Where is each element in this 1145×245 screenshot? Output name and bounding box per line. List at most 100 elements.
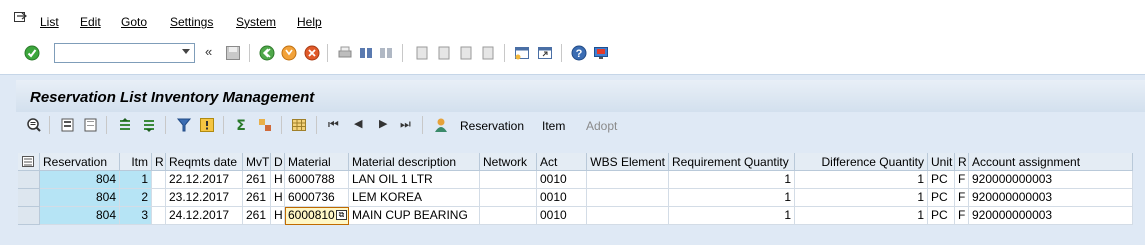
- exit-icon[interactable]: [281, 45, 297, 61]
- prev-page-icon[interactable]: [436, 45, 452, 61]
- col-header-unit[interactable]: Unit: [928, 153, 955, 171]
- cell-d[interactable]: H: [271, 189, 285, 207]
- cell-material-description[interactable]: MAIN CUP BEARING: [349, 207, 480, 225]
- cell-d[interactable]: H: [271, 171, 285, 189]
- cell-mvt[interactable]: 261: [243, 207, 271, 225]
- layout-icon[interactable]: [593, 45, 609, 61]
- last-record-icon[interactable]: ⏭: [400, 117, 411, 132]
- cell-network[interactable]: [480, 171, 537, 189]
- cell-reqmts-date[interactable]: 22.12.2017: [166, 171, 243, 189]
- cell-reservation[interactable]: 804: [40, 207, 120, 225]
- cell-material-description[interactable]: LAN OIL 1 LTR: [349, 171, 480, 189]
- cell-network[interactable]: [480, 189, 537, 207]
- cell-item[interactable]: 1: [120, 171, 152, 189]
- previous-record-icon[interactable]: ◀: [354, 117, 362, 130]
- hotspot-icon[interactable]: ⧉: [336, 210, 347, 220]
- cell-r2[interactable]: F: [955, 171, 969, 189]
- cell-requirement-quantity[interactable]: 1: [669, 171, 795, 189]
- menu-edit[interactable]: Edit: [80, 15, 101, 29]
- cell-reqmts-date[interactable]: 23.12.2017: [166, 189, 243, 207]
- cell-network[interactable]: [480, 207, 537, 225]
- cell-mvt[interactable]: 261: [243, 189, 271, 207]
- cell-act[interactable]: 0010: [537, 189, 587, 207]
- col-header-wbs-element[interactable]: WBS Element: [587, 153, 669, 171]
- sort-descending-icon[interactable]: [141, 117, 157, 133]
- cell-material[interactable]: 6000810 ⧉: [285, 207, 349, 225]
- cell-wbs-element[interactable]: [587, 171, 669, 189]
- chevron-down-icon[interactable]: [182, 49, 190, 54]
- cell-material[interactable]: 6000736: [285, 189, 349, 207]
- back-icon[interactable]: [259, 45, 275, 61]
- menu-goto[interactable]: Goto: [121, 15, 147, 29]
- menu-system[interactable]: System: [236, 15, 276, 29]
- col-header-r2[interactable]: R: [955, 153, 969, 171]
- cell-item[interactable]: 2: [120, 189, 152, 207]
- row-selector[interactable]: [18, 207, 40, 225]
- cell-d[interactable]: H: [271, 207, 285, 225]
- cell-reqmts-date[interactable]: 24.12.2017: [166, 207, 243, 225]
- cell-wbs-element[interactable]: [587, 189, 669, 207]
- cell-reservation[interactable]: 804: [40, 189, 120, 207]
- sum-icon[interactable]: Σ: [233, 117, 249, 133]
- cell-account-assignment[interactable]: 920000000003: [969, 171, 1133, 189]
- cell-r[interactable]: [152, 207, 166, 225]
- cell-item[interactable]: 3: [120, 207, 152, 225]
- cell-difference-quantity[interactable]: 1: [795, 189, 928, 207]
- save-icon[interactable]: [225, 45, 241, 61]
- row-selector[interactable]: [18, 171, 40, 189]
- col-header-material[interactable]: Material: [285, 153, 349, 171]
- item-button[interactable]: Item: [542, 119, 565, 133]
- exception-icon[interactable]: [199, 117, 215, 133]
- first-page-icon[interactable]: [414, 45, 430, 61]
- next-page-icon[interactable]: [458, 45, 474, 61]
- cell-account-assignment[interactable]: 920000000003: [969, 207, 1133, 225]
- reservation-button[interactable]: Reservation: [460, 119, 524, 133]
- sap-menu-icon[interactable]: [14, 12, 28, 24]
- select-all-icon[interactable]: [60, 117, 76, 133]
- cell-requirement-quantity[interactable]: 1: [669, 189, 795, 207]
- filter-icon[interactable]: [176, 117, 192, 133]
- col-header-network[interactable]: Network: [480, 153, 537, 171]
- subtotal-icon[interactable]: [257, 117, 273, 133]
- sort-ascending-icon[interactable]: [117, 117, 133, 133]
- double-chevron-left-icon[interactable]: «: [205, 44, 212, 59]
- enter-icon[interactable]: [24, 45, 40, 61]
- cell-r[interactable]: [152, 189, 166, 207]
- cell-material[interactable]: 6000788: [285, 171, 349, 189]
- cell-account-assignment[interactable]: 920000000003: [969, 189, 1133, 207]
- col-header-act[interactable]: Act: [537, 153, 587, 171]
- deselect-all-icon[interactable]: [83, 117, 99, 133]
- cell-r2[interactable]: F: [955, 189, 969, 207]
- command-field[interactable]: [54, 43, 195, 63]
- col-header-account-assignment[interactable]: Account assignment: [969, 153, 1133, 171]
- details-icon[interactable]: [26, 117, 42, 133]
- col-header-mvt[interactable]: MvT: [243, 153, 271, 171]
- cell-act[interactable]: 0010: [537, 171, 587, 189]
- cell-difference-quantity[interactable]: 1: [795, 207, 928, 225]
- shortcut-icon[interactable]: [537, 45, 553, 61]
- col-header-r[interactable]: R: [152, 153, 166, 171]
- cell-unit[interactable]: PC: [928, 189, 955, 207]
- cell-mvt[interactable]: 261: [243, 171, 271, 189]
- cell-r[interactable]: [152, 171, 166, 189]
- cell-act[interactable]: 0010: [537, 207, 587, 225]
- menu-list[interactable]: List: [40, 15, 59, 29]
- col-header-item[interactable]: Itm: [120, 153, 152, 171]
- table-settings-icon[interactable]: [22, 156, 35, 168]
- print-icon[interactable]: [337, 45, 353, 61]
- col-header-d[interactable]: D: [271, 153, 285, 171]
- select-all-cell[interactable]: [18, 153, 40, 171]
- menu-help[interactable]: Help: [297, 15, 322, 29]
- cell-unit[interactable]: PC: [928, 171, 955, 189]
- col-header-reservation[interactable]: Reservation: [40, 153, 120, 171]
- find-next-icon[interactable]: [378, 45, 394, 61]
- row-selector[interactable]: [18, 189, 40, 207]
- cancel-icon[interactable]: [304, 45, 320, 61]
- layout-grid-icon[interactable]: [291, 117, 307, 133]
- first-record-icon[interactable]: ⏮: [328, 117, 339, 132]
- cell-wbs-element[interactable]: [587, 207, 669, 225]
- col-header-reqmts-date[interactable]: Reqmts date: [166, 153, 243, 171]
- next-record-icon[interactable]: ▶: [379, 117, 387, 130]
- find-icon[interactable]: [358, 45, 374, 61]
- cell-difference-quantity[interactable]: 1: [795, 171, 928, 189]
